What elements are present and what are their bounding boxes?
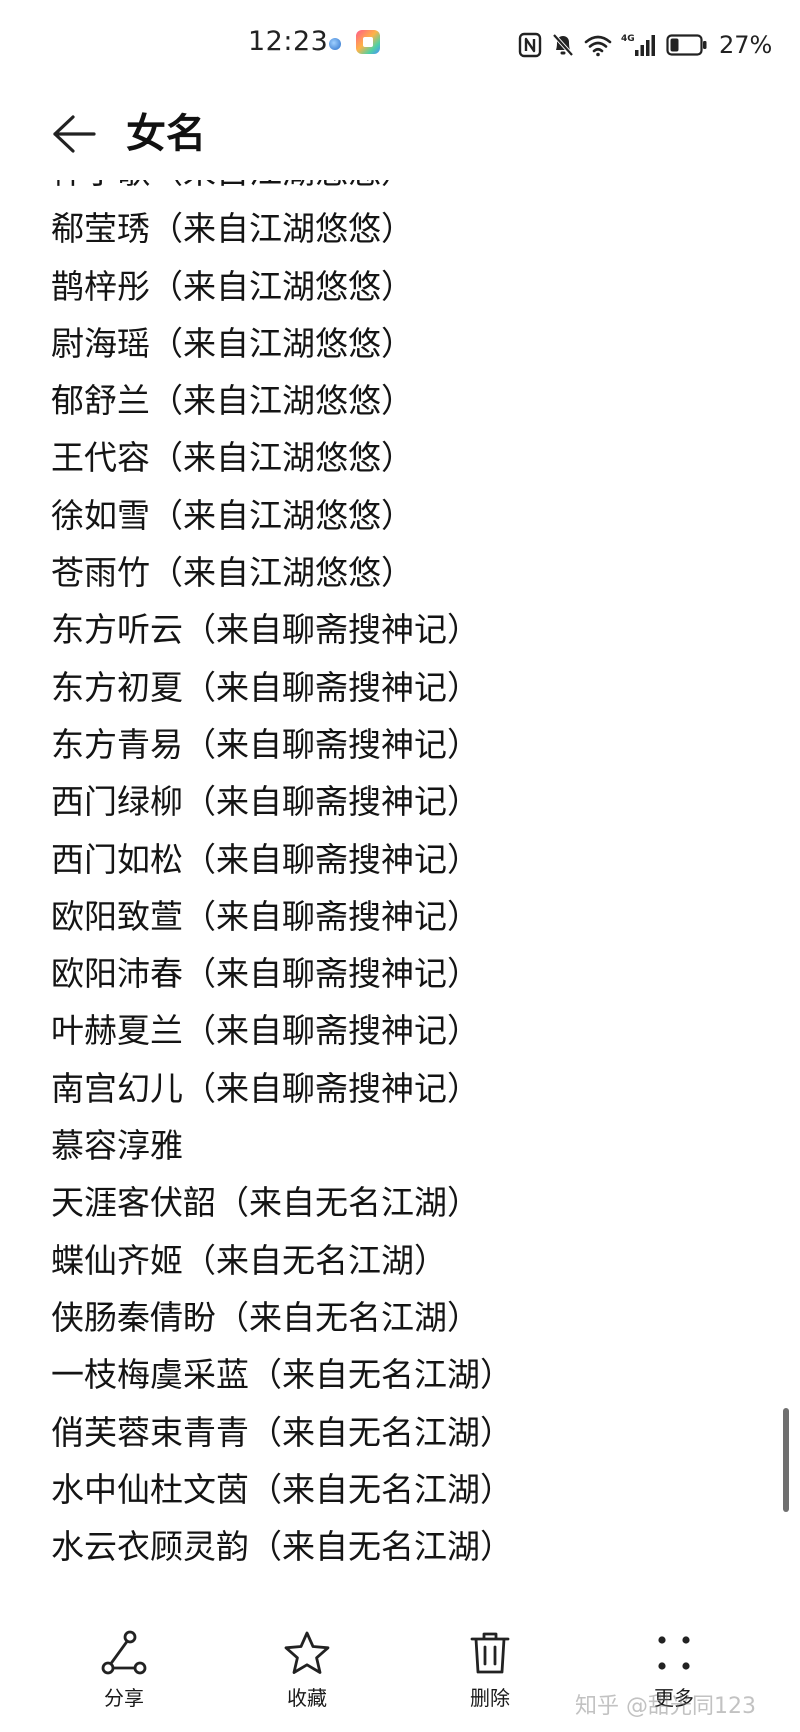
list-item[interactable]: 东方青易（来自聊斋搜神记） bbox=[0, 716, 513, 773]
share-icon bbox=[101, 1630, 147, 1675]
arrow-left-icon bbox=[53, 115, 96, 153]
list-item[interactable]: 郗莹琇（来自江湖悠悠） bbox=[0, 200, 513, 257]
app-notification-icon bbox=[356, 30, 380, 54]
back-button[interactable] bbox=[46, 106, 102, 162]
list-item[interactable]: 俏芙蓉束青青（来自无名江湖） bbox=[0, 1404, 513, 1461]
list-item[interactable]: 欧阳致萱（来自聊斋搜神记） bbox=[0, 888, 513, 945]
page-header: 女名 bbox=[0, 92, 800, 180]
list-item[interactable]: 天涯客伏韶（来自无名江湖） bbox=[0, 1174, 513, 1231]
list-item[interactable]: 徐如雪（来自江湖悠悠） bbox=[0, 487, 513, 544]
status-bar: 12:23 4G 27% bbox=[0, 0, 800, 92]
trash-icon bbox=[470, 1632, 510, 1674]
list-item[interactable]: 欧阳沛春（来自聊斋搜神记） bbox=[0, 945, 513, 1002]
list-item[interactable]: 苍雨竹（来自江湖悠悠） bbox=[0, 544, 513, 601]
battery-percent: 27% bbox=[719, 31, 773, 59]
svg-text:4G: 4G bbox=[621, 34, 635, 44]
list-item[interactable]: 蝶仙齐姬（来自无名江湖） bbox=[0, 1232, 513, 1289]
scrollbar-thumb[interactable] bbox=[783, 1408, 789, 1512]
status-indicators: 4G 27% bbox=[518, 28, 772, 62]
list-item[interactable]: 郁舒兰（来自江湖悠悠） bbox=[0, 372, 513, 429]
share-button[interactable]: 分享 bbox=[64, 1618, 184, 1728]
notification-dot-icon bbox=[329, 38, 341, 50]
favorite-button[interactable]: 收藏 bbox=[247, 1618, 367, 1728]
battery-icon bbox=[666, 34, 707, 56]
list-item[interactable]: 南宫幻儿（来自聊斋搜神记） bbox=[0, 1060, 513, 1117]
watermark: 知乎 @甜光同123 bbox=[575, 1694, 756, 1719]
star-icon bbox=[284, 1631, 330, 1674]
name-list: 梓子歌（来自江湖悠悠）郗莹琇（来自江湖悠悠）鹊梓彤（来自江湖悠悠）尉海瑶（来自江… bbox=[0, 180, 513, 1575]
list-item[interactable]: 西门如松（来自聊斋搜神记） bbox=[0, 831, 513, 888]
page-title: 女名 bbox=[126, 111, 206, 157]
signal-icon: 4G bbox=[621, 34, 655, 56]
list-item[interactable]: 鹊梓彤（来自江湖悠悠） bbox=[0, 258, 513, 315]
list-item[interactable]: 东方听云（来自聊斋搜神记） bbox=[0, 601, 513, 658]
nfc-icon bbox=[518, 32, 542, 58]
list-item[interactable]: 慕容淳雅 bbox=[0, 1117, 513, 1174]
list-item[interactable]: 王代容（来自江湖悠悠） bbox=[0, 429, 513, 486]
list-item[interactable]: 一枝梅虞采蓝（来自无名江湖） bbox=[0, 1346, 513, 1403]
list-item[interactable]: 侠肠秦倩盼（来自无名江湖） bbox=[0, 1289, 513, 1346]
bell-muted-icon bbox=[552, 33, 574, 57]
favorite-label: 收藏 bbox=[287, 1686, 327, 1710]
list-item[interactable]: 东方初夏（来自聊斋搜神记） bbox=[0, 659, 513, 716]
note-content[interactable]: 梓子歌（来自江湖悠悠）郗莹琇（来自江湖悠悠）鹊梓彤（来自江湖悠悠）尉海瑶（来自江… bbox=[0, 180, 800, 1600]
list-item[interactable]: 叶赫夏兰（来自聊斋搜神记） bbox=[0, 1002, 513, 1059]
share-label: 分享 bbox=[104, 1686, 144, 1710]
delete-button[interactable]: 删除 bbox=[430, 1618, 550, 1728]
status-time: 12:23 bbox=[248, 26, 329, 57]
list-item[interactable]: 尉海瑶（来自江湖悠悠） bbox=[0, 315, 513, 372]
delete-label: 删除 bbox=[470, 1686, 510, 1710]
list-item[interactable]: 水中仙杜文茵（来自无名江湖） bbox=[0, 1461, 513, 1518]
more-dots-icon bbox=[658, 1636, 690, 1670]
wifi-icon bbox=[584, 35, 612, 57]
list-item[interactable]: 水云衣顾灵韵（来自无名江湖） bbox=[0, 1518, 513, 1575]
list-item[interactable]: 梓子歌（来自江湖悠悠） bbox=[0, 180, 513, 200]
list-item[interactable]: 西门绿柳（来自聊斋搜神记） bbox=[0, 773, 513, 830]
